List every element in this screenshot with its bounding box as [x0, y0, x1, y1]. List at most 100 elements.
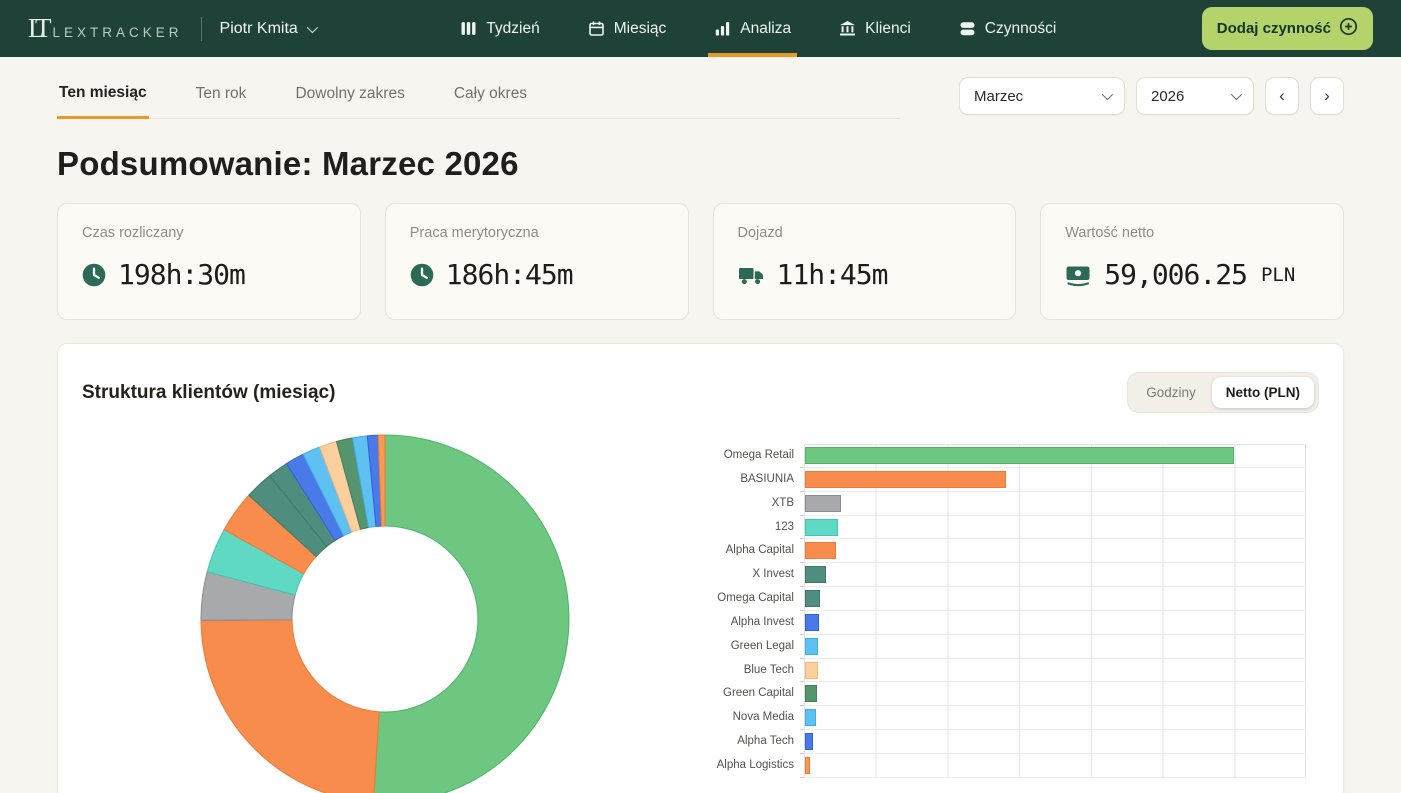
nav-item-klienci[interactable]: Klienci — [839, 0, 911, 57]
month-select[interactable]: Marzec — [959, 77, 1125, 115]
unit-toggle: GodzinyNetto (PLN) — [1127, 372, 1319, 413]
bar-row: Alpha Tech — [684, 730, 1306, 754]
bar-123[interactable] — [805, 519, 838, 536]
bar-green-legal[interactable] — [805, 638, 818, 655]
stat-card: Wartość netto59,006.25PLN — [1040, 203, 1344, 320]
app-logo[interactable]: LT LEXTRACKER — [28, 13, 183, 44]
stat-label: Dojazd — [738, 225, 992, 241]
toggle-godziny[interactable]: Godziny — [1132, 377, 1210, 408]
toggle-netto-pln[interactable]: Netto (PLN) — [1212, 377, 1314, 408]
tab-dowolny-zakres[interactable]: Dowolny zakres — [293, 84, 406, 118]
chevron-down-icon — [1102, 89, 1113, 100]
bar-track — [804, 492, 1306, 516]
bar-track — [804, 754, 1306, 778]
truck-icon — [738, 263, 765, 287]
donut-segment-basiunia[interactable] — [201, 620, 379, 793]
bar-blue-tech[interactable] — [805, 662, 818, 679]
bar-track — [804, 444, 1306, 468]
add-activity-button[interactable]: Dodaj czynność — [1202, 7, 1373, 50]
bar-track — [804, 563, 1306, 587]
period-filter-row: Ten miesiąc Ten rok Dowolny zakres Cały okr… — [57, 84, 1344, 119]
bar-label: 123 — [684, 516, 794, 540]
nav-item-miesiąc[interactable]: Miesiąc — [588, 0, 667, 57]
month-select-value: Marzec — [974, 88, 1023, 105]
bar-label: X Invest — [684, 563, 794, 587]
clock-icon — [82, 263, 106, 287]
summary-cards: Czas rozliczany198h:30mPraca merytoryczn… — [57, 203, 1344, 320]
tab-cały-okres[interactable]: Cały okres — [452, 84, 529, 118]
bar-row: BASIUNIA — [684, 468, 1306, 492]
bar-track — [804, 730, 1306, 754]
page-title: Podsumowanie: Marzec 2026 — [57, 145, 1344, 183]
bar-row: Nova Media — [684, 706, 1306, 730]
bar-row: Omega Retail — [684, 444, 1306, 468]
bar-xtb[interactable] — [805, 495, 841, 512]
nav-item-tydzień[interactable]: Tydzień — [460, 0, 539, 57]
main-nav: Tydzień Miesiąc Analiza Klienci Czynności — [460, 0, 1056, 57]
top-nav: LT LEXTRACKER Piotr Kmita Tydzień Miesiąc… — [0, 0, 1401, 57]
logo-monogram: LT — [28, 13, 53, 44]
bar-green-capital[interactable] — [805, 685, 817, 702]
bank-icon — [839, 20, 856, 37]
prev-period-button[interactable]: ‹ — [1265, 77, 1299, 115]
bar-track — [804, 706, 1306, 730]
chart-title: Struktura klientów (miesiąc) — [82, 382, 335, 404]
bar-row: Alpha Logistics — [684, 754, 1306, 778]
nav-item-label: Klienci — [865, 20, 911, 38]
bar-label: Omega Capital — [684, 587, 794, 611]
clock-icon — [410, 263, 434, 287]
bar-row: X Invest — [684, 563, 1306, 587]
bar-label: Alpha Invest — [684, 611, 794, 635]
donut-segment-omega-retail[interactable] — [373, 435, 569, 793]
bar-track — [804, 468, 1306, 492]
next-period-button[interactable]: › — [1310, 77, 1344, 115]
logo-wordmark: LEXTRACKER — [53, 25, 183, 40]
bar-label: Nova Media — [684, 706, 794, 730]
client-structure-panel: Struktura klientów (miesiąc) GodzinyNett… — [57, 343, 1344, 793]
columns-icon — [460, 20, 477, 37]
bar-track — [804, 516, 1306, 540]
nav-item-label: Tydzień — [486, 20, 539, 38]
tab-ten-miesiąc[interactable]: Ten miesiąc — [57, 84, 149, 119]
bar-track — [804, 587, 1306, 611]
year-select[interactable]: 2026 — [1136, 77, 1254, 115]
bar-row: Green Capital — [684, 682, 1306, 706]
bar-track — [804, 682, 1306, 706]
bar-basiunia[interactable] — [805, 471, 1006, 488]
nav-item-czynności[interactable]: Czynności — [959, 0, 1057, 57]
calendar-icon — [588, 20, 605, 37]
bar-omega-capital[interactable] — [805, 590, 820, 607]
period-controls: Marzec 2026 ‹ › — [959, 77, 1344, 115]
bar-omega-retail[interactable] — [805, 447, 1234, 464]
bar-row: Green Legal — [684, 635, 1306, 659]
nav-item-label: Analiza — [740, 20, 791, 38]
bar-label: Omega Retail — [684, 444, 794, 468]
bar-alpha-logistics[interactable] — [805, 757, 810, 774]
bar-alpha-tech[interactable] — [805, 733, 813, 750]
bar-label: Alpha Tech — [684, 730, 794, 754]
bar-row: Alpha Capital — [684, 539, 1306, 563]
banknote-icon — [1065, 263, 1092, 287]
nav-item-analiza[interactable]: Analiza — [714, 0, 791, 57]
bar-track — [804, 611, 1306, 635]
add-activity-label: Dodaj czynność — [1217, 20, 1331, 37]
bar-alpha-invest[interactable] — [805, 614, 819, 631]
chevron-down-icon — [307, 21, 318, 32]
user-menu[interactable]: Piotr Kmita — [220, 20, 315, 38]
bar-track — [804, 659, 1306, 683]
tab-ten-rok[interactable]: Ten rok — [194, 84, 249, 118]
year-select-value: 2026 — [1151, 88, 1184, 105]
stat-value: 59,006.25 — [1104, 258, 1247, 291]
bar-label: BASIUNIA — [684, 468, 794, 492]
bar-alpha-capital[interactable] — [805, 542, 836, 559]
chevron-down-icon — [1231, 89, 1242, 100]
nav-item-label: Miesiąc — [614, 20, 667, 38]
bar-row: Omega Capital — [684, 587, 1306, 611]
nav-divider — [201, 17, 202, 41]
bar-label: XTB — [684, 492, 794, 516]
bar-nova-media[interactable] — [805, 709, 816, 726]
plus-circle-icon — [1339, 17, 1358, 40]
stat-value: 11h:45m — [777, 258, 888, 291]
user-name: Piotr Kmita — [220, 20, 298, 38]
bar-x-invest[interactable] — [805, 566, 826, 583]
